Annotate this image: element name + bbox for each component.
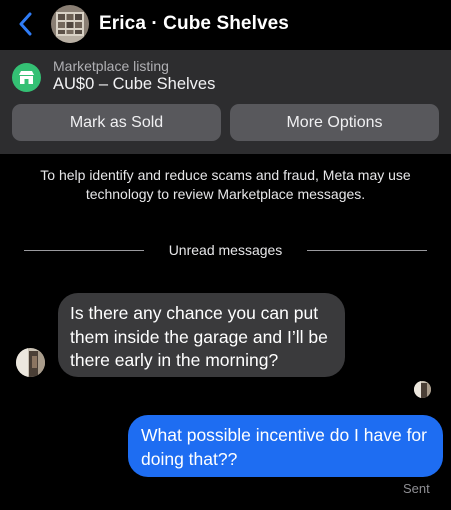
safety-notice: To help identify and reduce scams and fr… <box>40 167 411 202</box>
chevron-left-icon <box>19 12 32 36</box>
divider-line-right <box>307 250 427 251</box>
outgoing-message-bubble[interactable]: What possible incentive do I have for do… <box>128 415 443 477</box>
listing-thumbnail-image <box>51 5 89 43</box>
avatar[interactable] <box>51 5 89 43</box>
read-receipt-avatar <box>414 381 431 398</box>
chat-screen: Erica · Cube Shelves Marketplace listing… <box>0 0 451 510</box>
chat-header: Erica · Cube Shelves <box>0 0 451 50</box>
listing-title[interactable]: AU$0 – Cube Shelves <box>53 75 215 94</box>
incoming-message-bubble[interactable]: Is there any chance you can put them ins… <box>58 293 345 377</box>
sender-avatar[interactable] <box>16 348 45 377</box>
marketplace-listing-panel: Marketplace listing AU$0 – Cube Shelves … <box>0 50 451 154</box>
mark-as-sold-button[interactable]: Mark as Sold <box>12 104 221 141</box>
listing-label: Marketplace listing <box>53 58 169 74</box>
message-status: Sent <box>403 481 430 496</box>
chat-title[interactable]: Erica · Cube Shelves <box>99 13 289 35</box>
back-button[interactable] <box>14 10 36 38</box>
marketplace-store-icon <box>12 63 41 92</box>
more-options-button[interactable]: More Options <box>230 104 439 141</box>
